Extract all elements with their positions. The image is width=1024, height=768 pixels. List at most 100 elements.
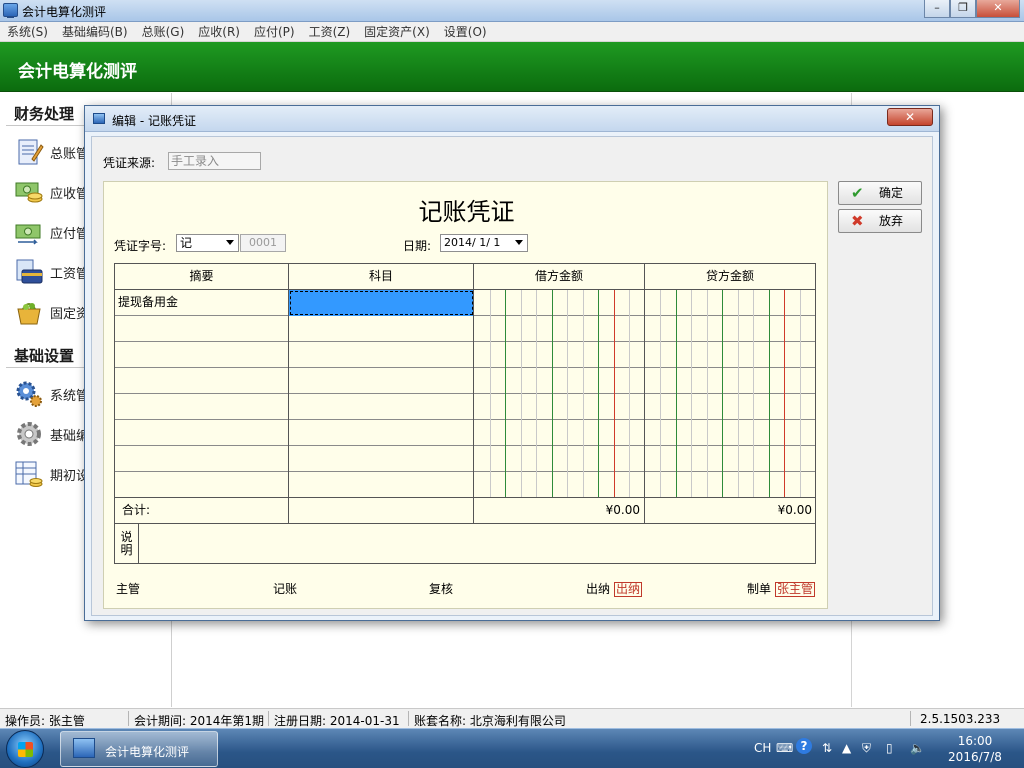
account-cell[interactable] xyxy=(289,342,474,368)
digit-separator xyxy=(707,290,708,497)
entry-grid: 摘要 科目 借方金额 贷方金额 提现备用金 xyxy=(114,263,816,498)
account-cell[interactable] xyxy=(289,368,474,394)
remark-field[interactable]: 说明 xyxy=(114,524,816,564)
sidebar-item-base-code[interactable]: 基础编 xyxy=(14,417,89,451)
minimize-button[interactable]: – xyxy=(924,0,950,18)
sidebar-section-basic-settings: 基础设置 xyxy=(14,347,75,365)
discard-label: 放弃 xyxy=(879,214,904,228)
signature-cashier: 出纳 出纳 xyxy=(586,580,643,597)
payroll-card-icon xyxy=(16,259,43,284)
account-cell[interactable] xyxy=(289,420,474,446)
voucher-word-select[interactable]: 记 xyxy=(176,234,239,252)
total-account-cell xyxy=(289,498,474,523)
debit-total: ¥0.00 xyxy=(474,498,645,523)
summary-cell[interactable] xyxy=(115,342,289,368)
menu-system[interactable]: 系统(S) xyxy=(0,22,55,41)
status-bar: 操作员: 张主管 会计期间: 2014年第1期 注册日期: 2014-01-31… xyxy=(0,708,1024,728)
account-cell[interactable] xyxy=(289,394,474,420)
summary-cell[interactable] xyxy=(115,472,289,498)
menu-payable[interactable]: 应付(P) xyxy=(247,22,302,41)
basket-icon xyxy=(17,303,41,325)
close-button[interactable]: ✕ xyxy=(976,0,1020,18)
app-icon xyxy=(3,3,18,18)
status-version: 2.5.1503.233 xyxy=(920,712,1001,726)
signature-bookkeeper: 记账 xyxy=(273,582,298,596)
money-coins-icon xyxy=(15,182,43,203)
help-icon[interactable]: ? xyxy=(796,738,812,754)
digit-separator xyxy=(769,290,770,497)
tray-options-icon[interactable]: ⇅ xyxy=(822,741,832,755)
volume-icon[interactable]: 🔈 xyxy=(910,741,925,755)
keyboard-icon[interactable]: ⌨ xyxy=(776,741,793,755)
account-cell[interactable] xyxy=(289,472,474,498)
taskbar-app-label: 会计电算化测评 xyxy=(105,745,190,759)
chevron-down-icon xyxy=(226,240,234,245)
clock-time: 16:00 xyxy=(957,734,993,748)
dialog-body: 凭证来源: 手工录入 记账凭证 凭证字号: 记 0001 日期: 2014/ 1… xyxy=(91,136,933,616)
confirm-label: 确定 xyxy=(879,186,904,200)
digit-separator xyxy=(753,290,754,497)
date-value: 2014/ 1/ 1 xyxy=(444,236,501,249)
sidebar-item-general-ledger[interactable]: 总账管 xyxy=(14,135,89,169)
menu-payroll[interactable]: 工资(Z) xyxy=(302,22,358,41)
menu-receivable[interactable]: 应收(R) xyxy=(191,22,247,41)
cashier-stamp: 出纳 xyxy=(614,582,643,597)
discard-button[interactable]: ✖ 放弃 xyxy=(838,209,922,233)
digit-separator xyxy=(738,290,739,497)
signature-supervisor: 主管 xyxy=(116,582,141,596)
digit-separator xyxy=(676,290,677,497)
menu-fixed-assets[interactable]: 固定资产(X) xyxy=(357,22,437,41)
start-button[interactable] xyxy=(6,730,44,768)
summary-cell[interactable] xyxy=(115,420,289,446)
menu-general-ledger[interactable]: 总账(G) xyxy=(135,22,192,41)
sidebar-item-fixed-assets[interactable]: 固定资 xyxy=(14,295,89,329)
confirm-button[interactable]: ✔ 确定 xyxy=(838,181,922,205)
signature-reviewer: 复核 xyxy=(429,582,454,596)
taskbar-app-button[interactable]: 会计电算化测评 xyxy=(60,731,218,767)
app-header: 会计电算化测评 xyxy=(0,42,1024,92)
shield-icon[interactable]: ⛨ xyxy=(862,741,871,756)
device-icon[interactable]: ▯ xyxy=(886,741,893,755)
divider xyxy=(268,711,269,726)
date-picker[interactable]: 2014/ 1/ 1 xyxy=(440,234,528,252)
menu-base-code[interactable]: 基础编码(B) xyxy=(55,22,135,41)
summary-cell[interactable] xyxy=(115,316,289,342)
sidebar-item-payroll[interactable]: 工资管 xyxy=(14,255,89,289)
dialog-close-button[interactable]: ✕ xyxy=(887,108,933,126)
status-period: 会计期间: 2014年第1期 xyxy=(134,714,265,728)
restore-button[interactable]: ❐ xyxy=(950,0,976,18)
sidebar-item-receivable[interactable]: 应收管 xyxy=(14,175,89,209)
menu-settings[interactable]: 设置(O) xyxy=(437,22,494,41)
account-cell[interactable] xyxy=(289,316,474,342)
voucher-source-label: 凭证来源: xyxy=(103,156,156,170)
summary-cell[interactable] xyxy=(115,394,289,420)
clock[interactable]: 16:00 2016/7/8 xyxy=(940,733,1010,765)
monitor-icon xyxy=(73,738,95,758)
digit-separator xyxy=(567,290,568,497)
voucher-title: 记账凭证 xyxy=(418,198,515,226)
credit-digit-grid xyxy=(645,290,815,497)
sidebar-item-opening[interactable]: 期初设 xyxy=(14,457,89,491)
digit-separator xyxy=(598,290,599,497)
sidebar-item-system[interactable]: 系统管 xyxy=(14,377,89,411)
summary-cell[interactable]: 提现备用金 xyxy=(115,290,289,316)
menu-bar: 系统(S) 基础编码(B) 总账(G) 应收(R) 应付(P) 工资(Z) 固定… xyxy=(0,22,1024,42)
window-titlebar: 会计电算化测评 – ❐ ✕ xyxy=(0,0,1024,22)
divider xyxy=(910,711,911,726)
input-language[interactable]: CH xyxy=(754,741,771,755)
total-label: 合计: xyxy=(115,498,289,523)
digit-separator xyxy=(800,290,801,497)
digit-separator xyxy=(722,290,723,497)
ledger-book-icon xyxy=(18,139,44,165)
clock-date: 2016/7/8 xyxy=(948,750,1002,764)
taskbar: 会计电算化测评 CH ⌨ ? ⇅ ▲ ⛨ ▯ 🔈 16:00 2016/7/8 xyxy=(0,728,1024,768)
summary-cell[interactable] xyxy=(115,446,289,472)
digit-separator xyxy=(536,290,537,497)
sidebar-item-payable[interactable]: 应付管 xyxy=(14,215,89,249)
debit-digit-grid xyxy=(474,290,645,497)
account-cell[interactable] xyxy=(289,290,474,316)
divider xyxy=(128,711,129,726)
account-cell[interactable] xyxy=(289,446,474,472)
show-hidden-icons[interactable]: ▲ xyxy=(842,741,851,755)
summary-cell[interactable] xyxy=(115,368,289,394)
